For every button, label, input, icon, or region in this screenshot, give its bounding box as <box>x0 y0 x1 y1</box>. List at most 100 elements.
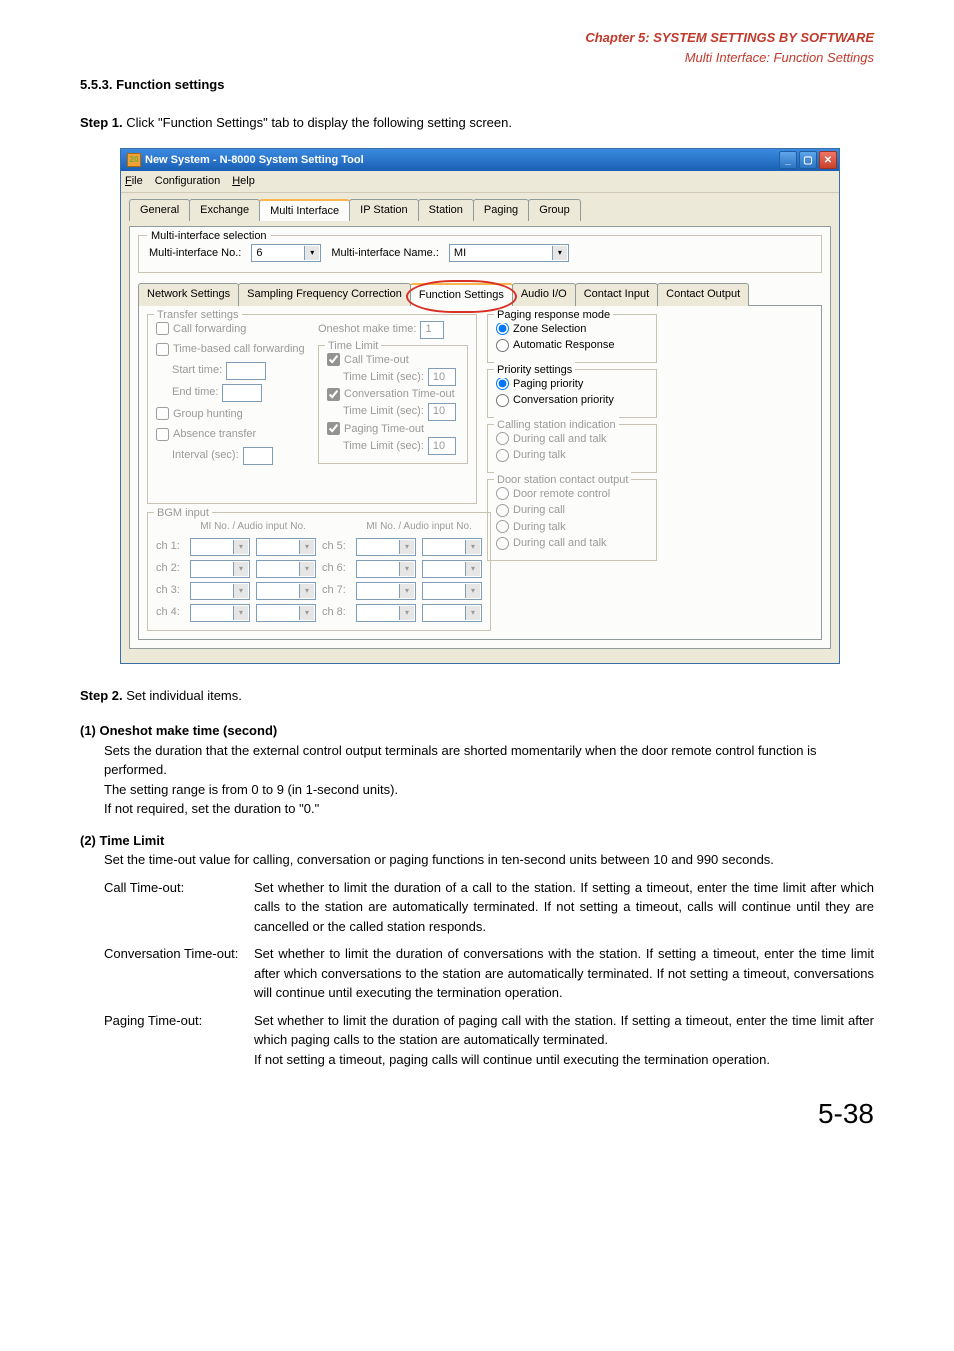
mi-name-combo[interactable]: MI <box>449 244 569 262</box>
step1-text: Click "Function Settings" tab to display… <box>126 115 512 130</box>
bgm-ch5-ai <box>422 538 482 556</box>
page-number: 5-38 <box>80 1093 874 1135</box>
bgm-ch3-ai <box>256 582 316 600</box>
paging-timeout-label: Paging Time-out: <box>104 1011 254 1070</box>
maximize-button[interactable]: ▢ <box>799 151 817 169</box>
bgm-ch2-mi <box>190 560 250 578</box>
tab-general[interactable]: General <box>129 199 190 222</box>
bgm-ch6-mi <box>356 560 416 578</box>
bgm-ch7-mi <box>356 582 416 600</box>
conv-priority-radio[interactable] <box>496 394 509 407</box>
absence-transfer-check <box>156 428 169 441</box>
call-fwd-check <box>156 322 169 335</box>
door-during-call-radio <box>496 504 509 517</box>
bgm-ch2-ai <box>256 560 316 578</box>
menu-file[interactable]: File <box>125 173 143 190</box>
menubar: File Configuration Help <box>121 171 839 193</box>
tab-exchange[interactable]: Exchange <box>189 199 260 222</box>
time-based-fwd-check <box>156 343 169 356</box>
tab-group[interactable]: Group <box>528 199 581 222</box>
chapter-title: Chapter 5: SYSTEM SETTINGS BY SOFTWARE <box>80 28 874 48</box>
door-legend: Door station contact output <box>494 472 631 489</box>
mi-no-combo[interactable]: 6 <box>251 244 321 262</box>
item1-p2: The setting range is from 0 to 9 (in 1-s… <box>104 780 874 800</box>
bgm-ch4-mi <box>190 604 250 622</box>
priority-legend: Priority settings <box>494 362 575 379</box>
conv-to-value[interactable]: 10 <box>428 403 456 421</box>
tab-station[interactable]: Station <box>418 199 474 222</box>
minimize-button[interactable]: _ <box>779 151 797 169</box>
bgm-ch8-ai <box>422 604 482 622</box>
door-during-talk-radio <box>496 520 509 533</box>
tab-paging[interactable]: Paging <box>473 199 529 222</box>
subtab-audio-io[interactable]: Audio I/O <box>512 283 576 306</box>
auto-response-radio[interactable] <box>496 339 509 352</box>
bgm-ch6-ai <box>422 560 482 578</box>
bgm-ch1-ai <box>256 538 316 556</box>
app-window: 20 New System - N-8000 System Setting To… <box>120 148 840 664</box>
subtab-network[interactable]: Network Settings <box>138 283 239 306</box>
subtab-sfc[interactable]: Sampling Frequency Correction <box>238 283 411 306</box>
paging-priority-radio[interactable] <box>496 377 509 390</box>
menu-help[interactable]: Help <box>232 173 255 190</box>
section-subtitle: Multi Interface: Function Settings <box>80 48 874 68</box>
step2-text: Set individual items. <box>126 688 242 703</box>
call-timeout-label: Call Time-out: <box>104 878 254 937</box>
mi-no-label: Multi-interface No.: <box>149 245 241 262</box>
oneshot-input[interactable]: 1 <box>420 321 444 339</box>
interval-input <box>243 447 273 465</box>
calling-ind-legend: Calling station indication <box>494 417 619 434</box>
bgm-ch7-ai <box>422 582 482 600</box>
oneshot-label: Oneshot make time: <box>318 321 416 338</box>
paging-timeout-body2: If not setting a timeout, paging calls w… <box>254 1050 874 1070</box>
timelimit-legend: Time Limit <box>325 338 381 355</box>
ci-during-talk <box>496 449 509 462</box>
sub-tabs: Network Settings Sampling Frequency Corr… <box>138 283 822 306</box>
step1-label: Step 1. <box>80 115 123 130</box>
call-timeout-body: Set whether to limit the duration of a c… <box>254 878 874 937</box>
call-to-value[interactable]: 10 <box>428 368 456 386</box>
paging-timeout-body1: Set whether to limit the duration of pag… <box>254 1011 874 1050</box>
conv-timeout-label: Conversation Time-out: <box>104 944 254 1003</box>
step2-label: Step 2. <box>80 688 123 703</box>
bgm-ch4-ai <box>256 604 316 622</box>
subtab-contact-input[interactable]: Contact Input <box>575 283 658 306</box>
bgm-ch3-mi <box>190 582 250 600</box>
conv-timeout-body: Set whether to limit the duration of con… <box>254 944 874 1003</box>
item1-p1: Sets the duration that the external cont… <box>104 741 874 780</box>
bgm-ch5-mi <box>356 538 416 556</box>
mi-selection-legend: Multi-interface selection <box>147 228 271 245</box>
item1-p3: If not required, set the duration to "0.… <box>104 799 874 819</box>
page-to-value[interactable]: 10 <box>428 437 456 455</box>
ci-during-call-talk <box>496 432 509 445</box>
subtab-function-settings[interactable]: Function Settings <box>410 283 513 306</box>
call-timeout-check[interactable] <box>327 353 340 366</box>
bgm-legend: BGM input <box>154 505 212 522</box>
main-tabs: General Exchange Multi Interface IP Stat… <box>129 199 831 222</box>
app-icon: 20 <box>127 153 141 167</box>
door-during-call-talk-radio <box>496 537 509 550</box>
menu-configuration[interactable]: Configuration <box>155 173 220 190</box>
tab-ip-station[interactable]: IP Station <box>349 199 419 222</box>
paging-mode-legend: Paging response mode <box>494 307 613 324</box>
close-button[interactable]: ✕ <box>819 151 837 169</box>
titlebar: 20 New System - N-8000 System Setting To… <box>121 149 839 171</box>
window-title: New System - N-8000 System Setting Tool <box>145 152 364 169</box>
item2-heading: (2) Time Limit <box>80 831 874 851</box>
mi-name-label: Multi-interface Name.: <box>331 245 439 262</box>
door-remote-radio <box>496 487 509 500</box>
start-time-input <box>226 362 266 380</box>
bgm-ch1-mi <box>190 538 250 556</box>
group-hunting-check <box>156 407 169 420</box>
conv-timeout-check[interactable] <box>327 388 340 401</box>
end-time-input <box>222 384 262 402</box>
item2-intro: Set the time-out value for calling, conv… <box>104 850 874 870</box>
section-heading: 5.5.3. Function settings <box>80 75 874 95</box>
zone-selection-radio[interactable] <box>496 322 509 335</box>
item1-heading: (1) Oneshot make time (second) <box>80 721 874 741</box>
bgm-ch8-mi <box>356 604 416 622</box>
transfer-legend: Transfer settings <box>154 307 242 324</box>
subtab-contact-output[interactable]: Contact Output <box>657 283 749 306</box>
tab-multi-interface[interactable]: Multi Interface <box>259 199 350 222</box>
paging-timeout-check[interactable] <box>327 422 340 435</box>
